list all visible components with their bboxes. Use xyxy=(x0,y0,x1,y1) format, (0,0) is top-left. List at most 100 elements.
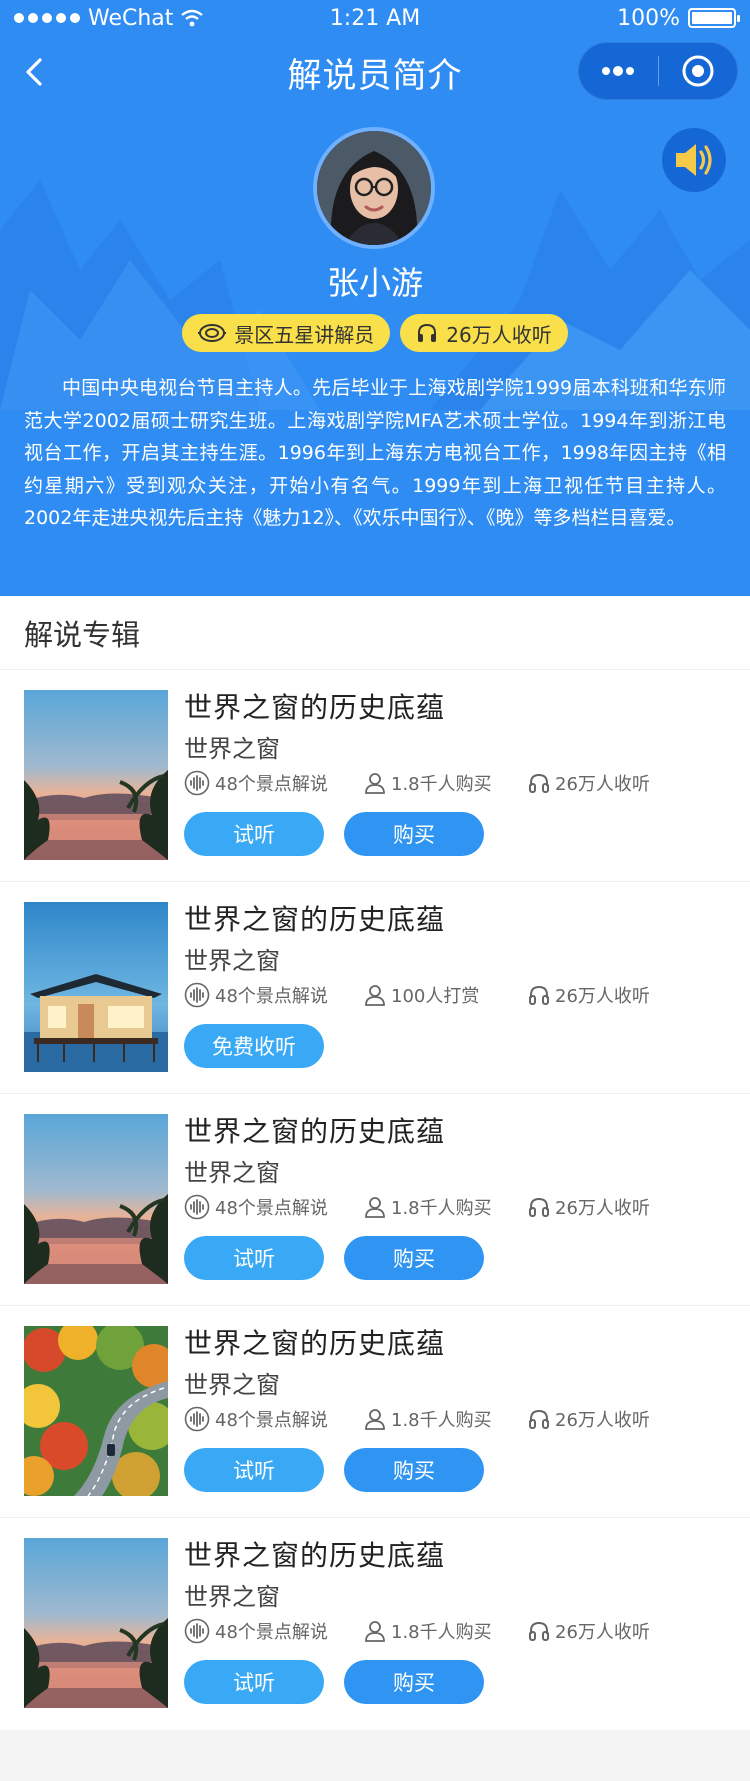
status-bar: WeChat 1:21 AM 100% xyxy=(0,0,750,36)
audio-wave-icon xyxy=(184,982,210,1008)
buy-button[interactable]: 购买 xyxy=(344,1660,484,1704)
album-subtitle: 世界之窗 xyxy=(184,1371,280,1399)
spots-count: 48个景点解说 xyxy=(215,986,328,1007)
guide-avatar xyxy=(313,127,435,249)
back-arrow-icon[interactable] xyxy=(18,54,54,90)
audio-wave-icon xyxy=(184,1406,210,1432)
guide-bio: 中国中央电视台节目主持人。先后毕业于上海戏剧学院1999届本科班和华东师范大学2… xyxy=(24,377,726,529)
album-thumbnail[interactable] xyxy=(24,690,168,860)
user-icon xyxy=(365,985,385,1006)
audio-wave-icon xyxy=(184,1194,210,1220)
album-item[interactable]: 世界之窗的历史底蕴 世界之窗 48个景点解说 1.8千人购买 26万人收听 试听… xyxy=(0,670,750,882)
listeners-badge: 26万人收听 xyxy=(400,314,568,352)
miniprogram-capsule xyxy=(578,42,738,100)
album-subtitle: 世界之窗 xyxy=(184,947,280,975)
album-item[interactable]: 世界之窗的历史底蕴 世界之窗 48个景点解说 1.8千人购买 26万人收听 试听… xyxy=(0,1306,750,1518)
buyers-count: 1.8千人购买 xyxy=(391,774,492,795)
user-icon xyxy=(365,1409,385,1430)
album-subtitle: 世界之窗 xyxy=(184,735,280,763)
spots-count: 48个景点解说 xyxy=(215,1198,328,1219)
nav-bar: 解说员简介 xyxy=(0,36,750,108)
user-icon xyxy=(365,1621,385,1642)
album-thumbnail[interactable] xyxy=(24,1326,168,1496)
buy-button[interactable]: 购买 xyxy=(344,1236,484,1280)
signal-icon xyxy=(14,13,80,23)
album-item[interactable]: 世界之窗的历史底蕴 世界之窗 48个景点解说 1.8千人购买 26万人收听 试听… xyxy=(0,1518,750,1730)
buy-button[interactable]: 购买 xyxy=(344,812,484,856)
rank-badge-label: 景区五星讲解员 xyxy=(234,322,375,347)
audio-toggle-button[interactable] xyxy=(662,128,726,192)
album-actions: 试听 购买 xyxy=(184,1236,484,1280)
album-thumbnail[interactable] xyxy=(24,1538,168,1708)
buyers-count: 1.8千人购买 xyxy=(391,1622,492,1643)
listeners-count: 26万人收听 xyxy=(555,1622,650,1643)
buyers-count: 1.8千人购买 xyxy=(391,1410,492,1431)
guide-headset-icon xyxy=(198,324,227,342)
listeners-headphones-icon xyxy=(529,1409,549,1429)
listeners-count: 26万人收听 xyxy=(555,986,650,1007)
listeners-count: 26万人收听 xyxy=(555,774,650,795)
album-title: 世界之窗的历史底蕴 xyxy=(184,1539,446,1572)
album-item[interactable]: 世界之窗的历史底蕴 世界之窗 48个景点解说 100人打赏 26万人收听 免费收… xyxy=(0,882,750,1094)
album-item[interactable]: 世界之窗的历史底蕴 世界之窗 48个景点解说 1.8千人购买 26万人收听 试听… xyxy=(0,1094,750,1306)
spots-count: 48个景点解说 xyxy=(215,1410,328,1431)
album-meta: 48个景点解说 1.8千人购买 26万人收听 xyxy=(184,1194,724,1224)
buy-button[interactable]: 购买 xyxy=(344,1448,484,1492)
album-meta: 48个景点解说 1.8千人购买 26万人收听 xyxy=(184,1618,724,1648)
listeners-headphones-icon xyxy=(529,773,549,793)
listeners-count: 26万人收听 xyxy=(555,1198,650,1219)
album-thumbnail[interactable] xyxy=(24,902,168,1072)
audio-wave-icon xyxy=(184,1618,210,1644)
listeners-count: 26万人收听 xyxy=(555,1410,650,1431)
album-list: 世界之窗的历史底蕴 世界之窗 48个景点解说 1.8千人购买 26万人收听 试听… xyxy=(0,670,750,1730)
album-meta: 48个景点解说 1.8千人购买 26万人收听 xyxy=(184,770,724,800)
album-meta: 48个景点解说 1.8千人购买 26万人收听 xyxy=(184,1406,724,1436)
audio-wave-icon xyxy=(184,770,210,796)
speaker-icon xyxy=(676,144,712,176)
buyers-count: 1.8千人购买 xyxy=(391,1198,492,1219)
spots-count: 48个景点解说 xyxy=(215,774,328,795)
album-thumbnail[interactable] xyxy=(24,1114,168,1284)
headphones-icon xyxy=(418,323,437,342)
try-listen-button[interactable]: 试听 xyxy=(184,1236,324,1280)
album-subtitle: 世界之窗 xyxy=(184,1583,280,1611)
album-actions: 试听 购买 xyxy=(184,1448,484,1492)
page-title: 解说员简介 xyxy=(287,55,463,96)
target-circle-icon xyxy=(682,55,714,87)
album-subtitle: 世界之窗 xyxy=(184,1159,280,1187)
status-time: 1:21 AM xyxy=(329,5,421,31)
buyers-count: 100人打赏 xyxy=(391,986,480,1007)
album-section-title: 解说专辑 xyxy=(0,596,750,670)
carrier-label: WeChat xyxy=(88,5,174,31)
free-listen-button[interactable]: 免费收听 xyxy=(184,1024,324,1068)
album-actions: 试听 购买 xyxy=(184,1660,484,1704)
rank-badge: 景区五星讲解员 xyxy=(182,314,391,352)
album-meta: 48个景点解说 100人打赏 26万人收听 xyxy=(184,982,724,1012)
album-actions: 免费收听 xyxy=(184,1024,324,1068)
album-section-label: 解说专辑 xyxy=(24,617,141,652)
more-dots-icon xyxy=(602,66,635,76)
guide-name: 张小游 xyxy=(326,264,423,302)
album-title: 世界之窗的历史底蕴 xyxy=(184,1327,446,1360)
more-button[interactable] xyxy=(579,42,658,100)
profile-header: WeChat 1:21 AM 100% 解说员简介 张小游 景区五星讲解员 26… xyxy=(0,0,750,596)
listeners-headphones-icon xyxy=(529,985,549,1005)
album-title: 世界之窗的历史底蕴 xyxy=(184,691,446,724)
album-title: 世界之窗的历史底蕴 xyxy=(184,1115,446,1148)
album-title: 世界之窗的历史底蕴 xyxy=(184,903,446,936)
listeners-badge-label: 26万人收听 xyxy=(446,322,552,347)
listeners-headphones-icon xyxy=(529,1197,549,1217)
user-icon xyxy=(365,1197,385,1218)
try-listen-button[interactable]: 试听 xyxy=(184,1660,324,1704)
battery-icon xyxy=(688,8,740,28)
wifi-icon xyxy=(181,9,204,27)
try-listen-button[interactable]: 试听 xyxy=(184,1448,324,1492)
spots-count: 48个景点解说 xyxy=(215,1622,328,1643)
close-miniprogram-button[interactable] xyxy=(659,42,738,100)
listeners-headphones-icon xyxy=(529,1621,549,1641)
album-actions: 试听 购买 xyxy=(184,812,484,856)
user-icon xyxy=(365,773,385,794)
try-listen-button[interactable]: 试听 xyxy=(184,812,324,856)
page-bottom xyxy=(0,1730,750,1781)
battery-percent: 100% xyxy=(617,5,680,31)
